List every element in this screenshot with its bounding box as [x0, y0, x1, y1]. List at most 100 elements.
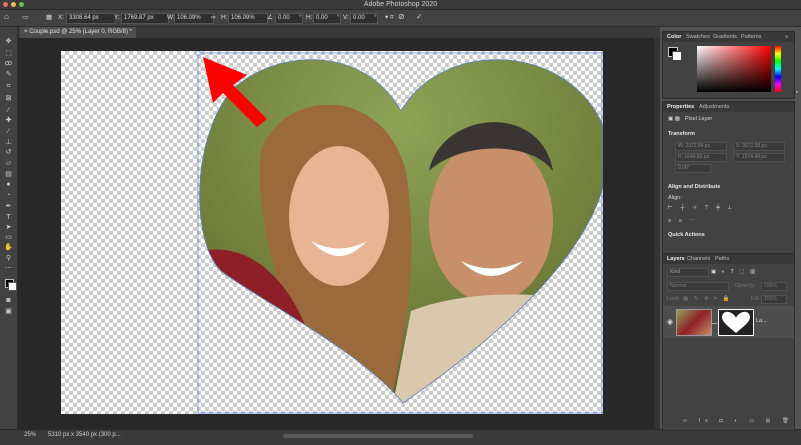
chain-link-icon[interactable] — [711, 320, 717, 324]
type-icon[interactable]: T — [4, 214, 13, 221]
document-tab-label: Couple.psd @ 25% (Layer 0, RGB/8) * — [29, 29, 132, 35]
shape-icon[interactable]: ▭ — [4, 234, 13, 241]
tab-paths[interactable]: Paths — [715, 254, 729, 264]
doc-info[interactable]: 5310 px x 3540 px (300 p... — [48, 432, 121, 438]
move-icon[interactable]: ✥ — [4, 38, 13, 45]
panel-column: Color Swatches Gradients Patterns ≡ Prop… — [662, 27, 801, 431]
distribute-buttons-icon[interactable]: ≡ ≡ ⋯ — [668, 218, 698, 224]
background-color-swatch[interactable] — [672, 51, 682, 61]
frame-icon[interactable]: ⊠ — [4, 95, 13, 102]
tools-panel: ✥ ⬚ ꝏ ✎ ⌗ ⊠ ⁄ ✚ ∕ ⊥ ↺ ▱ ▤ ● ◔ ✒ T ➤ ▭ ✋ … — [0, 27, 18, 429]
horizontal-scrollbar[interactable] — [283, 434, 473, 438]
angle-icon: ∠ — [267, 14, 273, 21]
pen-icon[interactable]: ✒ — [4, 203, 13, 210]
crop-icon[interactable]: ⌗ — [4, 83, 13, 90]
pixel-layer-icon: ▣ ▩ — [668, 116, 680, 122]
vskew-label: V: — [343, 14, 349, 21]
y-position-field[interactable]: 1769.87 px — [121, 13, 169, 24]
layers-panel: Layers Channels Paths Kind ▣ ◐ T ⬚ ▥ Nor… — [662, 253, 795, 431]
quick-mask-icon[interactable]: ◙ — [4, 297, 13, 304]
layer-filter-icons[interactable]: ▣ ◐ T ⬚ ▥ — [711, 269, 757, 275]
align-buttons-icon[interactable]: ⊢ ┼ ⊣ ⊤ ┿ ⊥ — [668, 205, 735, 211]
tab-adjustments[interactable]: Adjustments — [699, 102, 729, 112]
layer-thumbnail[interactable] — [676, 309, 712, 336]
align-heading[interactable]: Align and Distribute — [668, 184, 720, 190]
zoom-icon[interactable]: ⚲ — [4, 255, 13, 262]
prop-y-field[interactable]: Y: 1574.49 px — [733, 153, 785, 162]
visibility-eye-icon[interactable]: ◉ — [667, 318, 673, 326]
canvas-area[interactable] — [18, 38, 660, 429]
tab-gradients[interactable]: Gradients — [713, 32, 737, 42]
blend-mode-select[interactable]: Normal — [667, 282, 729, 291]
prop-angle-field[interactable]: 0.00° — [675, 164, 711, 173]
tab-close-icon[interactable]: × — [24, 29, 28, 35]
prop-height-field[interactable]: H: 1649.80 px — [675, 153, 727, 162]
cancel-transform-icon[interactable]: ⊘ — [398, 12, 405, 22]
zoom-level[interactable]: 25% — [24, 432, 36, 438]
stamp-icon[interactable]: ⊥ — [4, 139, 13, 146]
height-field[interactable]: 106.09% — [228, 13, 268, 24]
hskew-degree: ° — [337, 14, 340, 21]
warp-icon[interactable]: ⌗ — [390, 13, 394, 23]
home-icon[interactable]: ⌂ — [4, 12, 9, 22]
document-canvas[interactable] — [61, 51, 603, 414]
blur-icon[interactable]: ● — [4, 181, 13, 188]
hue-slider[interactable] — [775, 46, 781, 92]
quick-actions-heading[interactable]: Quick Actions — [668, 232, 705, 238]
background-swatch[interactable] — [8, 282, 17, 291]
lasso-icon[interactable]: ꝏ — [4, 60, 13, 67]
collapse-panel-icon[interactable]: ▸ — [796, 89, 799, 95]
fill-field[interactable]: 100% — [761, 295, 787, 304]
eraser-icon[interactable]: ▱ — [4, 160, 13, 167]
marquee-icon[interactable]: ⬚ — [4, 50, 13, 57]
path-select-icon[interactable]: ➤ — [4, 224, 13, 231]
tool-preset-icon[interactable]: ▭ — [22, 13, 28, 23]
interpolation-icon[interactable]: ▾ — [385, 13, 388, 23]
reference-point-icon[interactable]: ▦ — [46, 13, 52, 23]
heart-mask-thumbnail[interactable] — [718, 309, 754, 336]
layer-row[interactable]: ◉ La... — [663, 306, 794, 338]
layer-filter-select[interactable]: Kind — [667, 268, 709, 277]
gradient-icon[interactable]: ▤ — [4, 171, 13, 178]
prop-x-field[interactable]: X: 3072.58 px — [733, 142, 785, 151]
commit-transform-icon[interactable]: ✓ — [416, 12, 423, 22]
tab-swatches[interactable]: Swatches — [686, 32, 710, 42]
fill-label: Fill: — [751, 296, 760, 302]
link-icon[interactable]: ∞ — [211, 13, 216, 23]
h-label: H: — [221, 14, 228, 21]
screen-mode-icon[interactable]: ▣ — [4, 308, 13, 315]
healing-icon[interactable]: ✚ — [4, 117, 13, 124]
dodge-icon[interactable]: ◔ — [4, 192, 13, 199]
angle-degree: ° — [299, 14, 302, 21]
y-label: Y: — [114, 14, 120, 21]
prop-width-field[interactable]: W: 2372.94 px — [675, 142, 727, 151]
hand-icon[interactable]: ✋ — [4, 244, 13, 251]
vertical-scrollbar[interactable] — [654, 38, 660, 429]
quick-select-icon[interactable]: ✎ — [4, 71, 13, 78]
heart-photo — [195, 51, 603, 414]
tab-patterns[interactable]: Patterns — [741, 32, 761, 42]
opacity-field[interactable]: 100% — [761, 282, 787, 291]
layer-bottom-buttons[interactable]: ∞ fx ◘ ◐ ▭ ⊞ 🗑 — [683, 418, 794, 424]
history-brush-icon[interactable]: ↺ — [4, 149, 13, 156]
width-field[interactable]: 106.09% — [174, 13, 214, 24]
eyedropper-icon[interactable]: ⁄ — [4, 107, 13, 114]
color-panel: Color Swatches Gradients Patterns ≡ — [662, 31, 795, 99]
document-tab[interactable]: × Couple.psd @ 25% (Layer 0, RGB/8) * — [20, 27, 136, 38]
properties-panel: Properties Adjustments ▣ ▩ Pixel Layer T… — [662, 101, 795, 271]
lock-icons[interactable]: ▦ ✎ ✥ ⌗ 🔒 — [683, 296, 731, 303]
tab-channels[interactable]: Channels — [687, 254, 710, 264]
tab-layers[interactable]: Layers — [667, 254, 685, 264]
brush-icon[interactable]: ∕ — [4, 128, 13, 135]
panel-menu-icon[interactable]: ≡ — [785, 32, 788, 42]
x-position-field[interactable]: 3308.64 px — [66, 13, 116, 24]
lock-label: Lock: — [667, 296, 681, 302]
more-icon[interactable]: ⋯ — [4, 265, 13, 272]
tab-properties[interactable]: Properties — [667, 102, 694, 112]
layer-name[interactable]: La... — [756, 318, 767, 324]
tab-color[interactable]: Color — [667, 32, 681, 42]
status-bar: 25% 5310 px x 3540 px (300 p... — [0, 429, 801, 445]
color-field[interactable] — [697, 46, 771, 92]
vskew-degree: ° — [374, 14, 377, 21]
transform-heading[interactable]: Transform — [668, 131, 695, 137]
